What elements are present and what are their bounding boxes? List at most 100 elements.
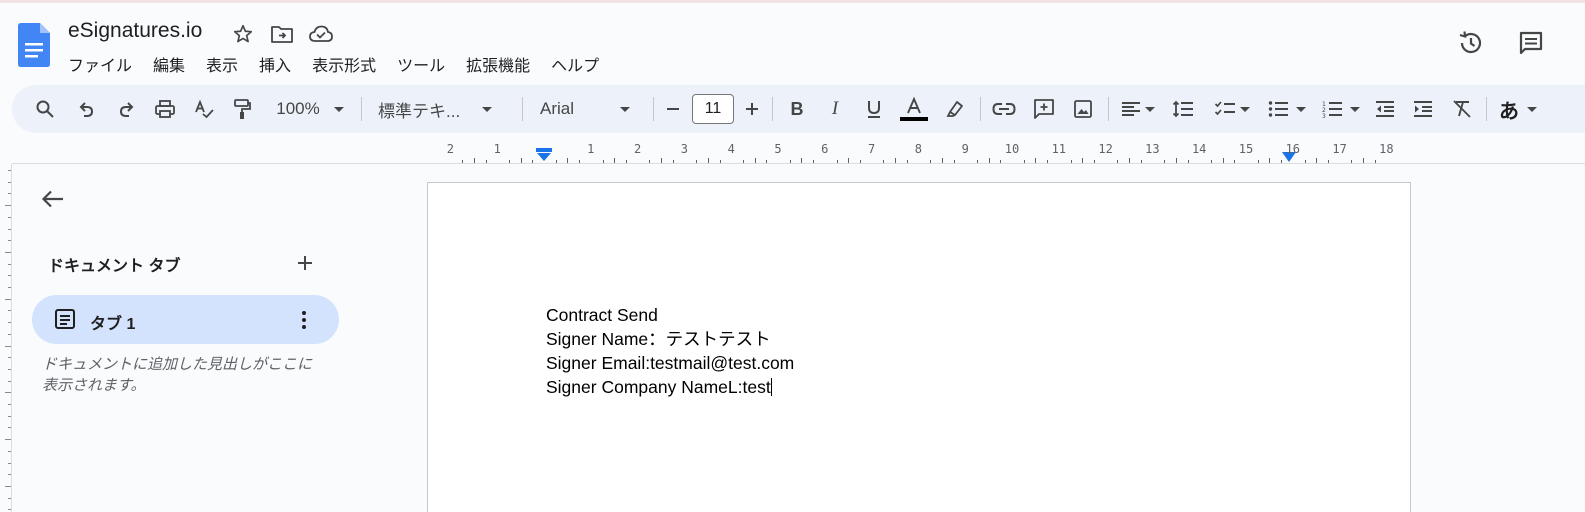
document-body[interactable]: Contract Send Signer Name：テストテスト Signer …	[546, 303, 794, 399]
zoom-value: 100%	[276, 99, 320, 118]
docs-logo-icon[interactable]	[18, 23, 50, 67]
move-to-folder-icon[interactable]	[269, 21, 295, 47]
toolbar-divider	[772, 97, 773, 121]
vertical-ruler-tick	[5, 205, 11, 207]
bulleted-list-select[interactable]	[1264, 85, 1310, 133]
vertical-ruler-tick	[5, 345, 11, 347]
star-icon[interactable]	[230, 21, 256, 47]
highlight-color-icon[interactable]	[942, 85, 968, 133]
numbered-list-select[interactable]: 123	[1318, 85, 1364, 133]
vertical-ruler-tick	[8, 380, 11, 382]
chevron-down-icon	[1145, 106, 1155, 112]
more-options-icon[interactable]	[294, 307, 314, 333]
chevron-down-icon	[1296, 106, 1306, 112]
vertical-ruler-tick	[8, 263, 11, 265]
toolbar-divider	[980, 97, 981, 121]
left-indent-marker-icon[interactable]	[535, 148, 553, 167]
font-family-select[interactable]: Arial	[540, 85, 638, 133]
clear-formatting-icon[interactable]	[1449, 85, 1475, 133]
align-select[interactable]	[1116, 85, 1160, 133]
checklist-icon	[1214, 101, 1235, 116]
document-page[interactable]: Contract Send Signer Name：テストテスト Signer …	[427, 182, 1411, 512]
increase-indent-icon[interactable]	[1410, 85, 1436, 133]
underline-icon[interactable]	[861, 85, 887, 133]
toolbar-divider	[1108, 97, 1109, 121]
redo-icon[interactable]	[113, 85, 139, 133]
vertical-ruler-tick	[8, 170, 11, 171]
vertical-ruler[interactable]	[0, 164, 12, 512]
comments-icon[interactable]	[1515, 27, 1547, 59]
horizontal-ruler[interactable]: 2 1 1 2 3 4 5 6 7 8 9 10 11 12 13 14 15 16 17 18	[427, 140, 1411, 164]
vertical-ruler-tick	[8, 181, 11, 183]
document-tabs-heading: ドキュメント タブ	[48, 258, 181, 275]
add-tab-icon[interactable]	[292, 250, 318, 276]
formatting-toolbar: 100% 標準テキ... Arial B I 1 2 3 あ	[12, 85, 1585, 133]
menu-edit[interactable]: 編集	[153, 52, 185, 76]
undo-icon[interactable]	[74, 85, 100, 133]
menu-file[interactable]: ファイル	[68, 52, 132, 76]
vertical-ruler-tick	[8, 275, 11, 277]
vertical-ruler-tick	[5, 392, 11, 394]
print-icon[interactable]	[152, 85, 178, 133]
vertical-ruler-tick	[8, 310, 11, 312]
ruler-number: 13	[1145, 142, 1160, 156]
vertical-ruler-tick	[8, 427, 11, 429]
italic-icon[interactable]: I	[822, 85, 848, 133]
ruler-number: 16	[1285, 142, 1301, 156]
vertical-ruler-tick	[8, 216, 11, 218]
back-arrow-icon[interactable]	[38, 184, 68, 214]
search-menus-icon[interactable]	[32, 85, 58, 133]
vertical-ruler-tick	[8, 404, 11, 405]
bold-icon[interactable]: B	[784, 85, 810, 133]
cloud-saved-icon[interactable]	[308, 21, 334, 47]
svg-text:3: 3	[1322, 113, 1326, 118]
document-line: Signer Company NameL:test	[546, 375, 794, 399]
menu-help[interactable]: ヘルプ	[551, 52, 599, 76]
menu-insert[interactable]: 挿入	[259, 52, 291, 76]
version-history-icon[interactable]	[1455, 27, 1487, 59]
zoom-select[interactable]: 100%	[268, 85, 352, 133]
ruler-number: 10	[1004, 142, 1020, 156]
chevron-down-icon	[333, 106, 344, 112]
menu-bar: ファイル 編集 表示 挿入 表示形式 ツール 拡張機能 ヘルプ	[68, 52, 620, 76]
toolbar-divider	[1486, 97, 1487, 121]
vertical-ruler-tick	[5, 439, 11, 441]
chevron-down-icon	[1240, 106, 1250, 112]
menu-format[interactable]: 表示形式	[312, 52, 376, 76]
title-bar: eSignatures.io ファイル 編集 表示 挿入 表示形式 ツール 拡張…	[0, 3, 1585, 83]
chevron-down-icon	[1350, 106, 1360, 112]
add-comment-icon[interactable]	[1030, 85, 1058, 133]
canvas-top-border	[12, 163, 1585, 164]
vertical-ruler-tick	[8, 497, 11, 499]
input-tools-select[interactable]: あ	[1496, 85, 1540, 133]
paragraph-style-select[interactable]: 標準テキ...	[378, 85, 508, 133]
document-line: Signer Email:testmail@test.com	[546, 353, 795, 373]
decrease-font-size-icon[interactable]	[662, 85, 684, 133]
insert-link-icon[interactable]	[990, 85, 1018, 133]
font-size-input[interactable]: 11	[692, 94, 734, 124]
document-line: Signer Name：テストテスト	[546, 329, 771, 349]
document-line-text: Signer Company NameL:test	[546, 377, 771, 397]
document-title[interactable]: eSignatures.io	[68, 19, 202, 43]
document-tab-1[interactable]: タブ 1	[32, 295, 339, 344]
paint-format-icon[interactable]	[229, 85, 255, 133]
vertical-ruler-tick	[8, 415, 11, 417]
menu-tools[interactable]: ツール	[397, 52, 445, 76]
increase-font-size-icon[interactable]	[739, 85, 765, 133]
tab-label: タブ 1	[90, 316, 136, 333]
text-color-icon[interactable]	[899, 85, 929, 133]
line-spacing-icon[interactable]	[1170, 85, 1196, 133]
spellcheck-icon[interactable]	[191, 85, 217, 133]
ruler-number: 17	[1332, 142, 1347, 156]
decrease-indent-icon[interactable]	[1372, 85, 1398, 133]
ruler-number: 2	[446, 142, 455, 156]
align-left-icon	[1122, 102, 1140, 116]
ruler-number: 5	[774, 142, 782, 156]
vertical-ruler-tick	[8, 368, 11, 370]
menu-view[interactable]: 表示	[206, 52, 238, 76]
menu-extensions[interactable]: 拡張機能	[466, 52, 530, 76]
checklist-select[interactable]	[1210, 85, 1254, 133]
insert-image-icon[interactable]	[1070, 85, 1096, 133]
toolbar-divider	[361, 97, 362, 121]
vertical-ruler-tick	[8, 193, 11, 195]
